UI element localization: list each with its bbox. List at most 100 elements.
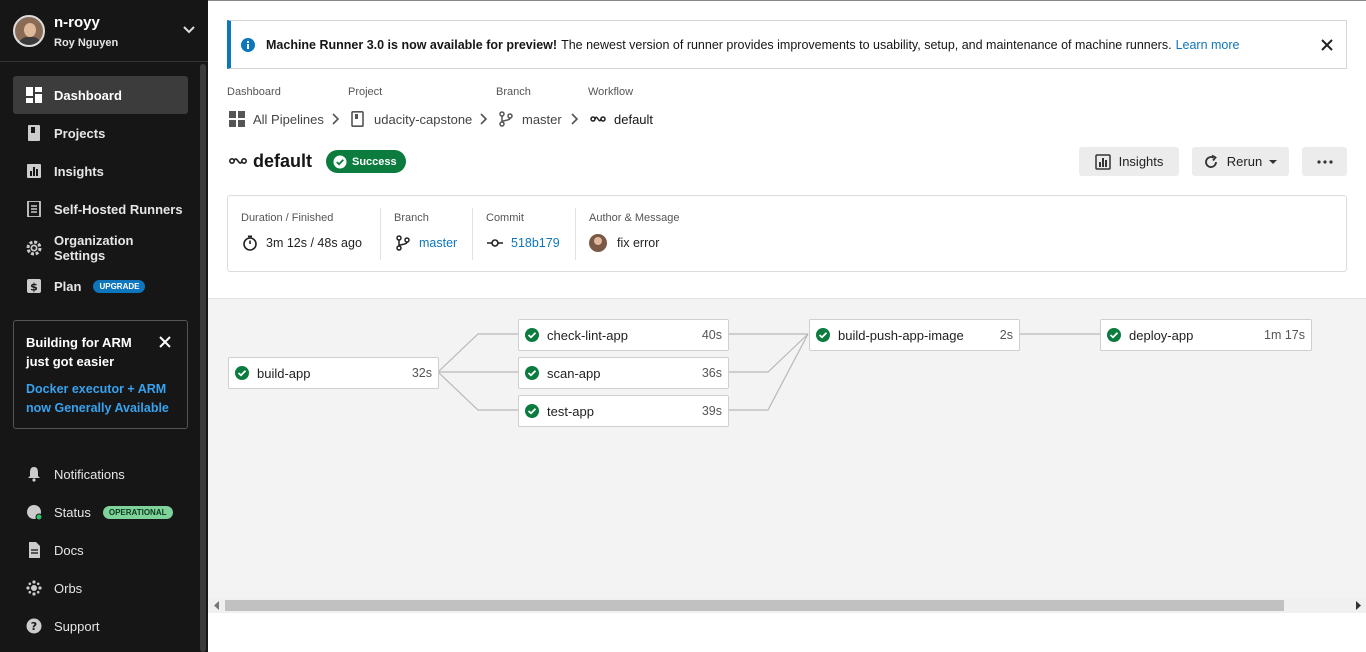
divider: [575, 208, 576, 260]
banner-text: The newest version of runner provides im…: [561, 37, 1172, 52]
breadcrumb-text: master: [522, 111, 562, 127]
sidebar-scrollbar[interactable]: [200, 64, 206, 652]
gear-icon: [26, 240, 42, 256]
workflow-icon: [590, 116, 606, 122]
dashboard-icon: [26, 87, 42, 103]
sidebar-item-insights[interactable]: Insights: [13, 152, 188, 190]
sidebar-item-label: Organization Settings: [54, 233, 134, 263]
check-circle-icon: [525, 366, 539, 380]
refresh-icon: [1204, 154, 1217, 168]
breadcrumb-project[interactable]: udacity-capstone: [350, 110, 472, 128]
sidebar: n-royy Roy Nguyen Dashboard Projects Ins…: [0, 0, 208, 652]
close-icon[interactable]: [1320, 38, 1334, 52]
chevron-right-icon: [571, 113, 579, 125]
bell-icon: [28, 467, 40, 482]
workflow-name: default: [253, 150, 313, 171]
sidebar-item-label: Status: [54, 504, 91, 520]
branch-link[interactable]: master: [395, 234, 457, 252]
scrollbar-thumb[interactable]: [225, 600, 1284, 611]
chevron-right-icon: [332, 113, 340, 125]
job-name: scan-app: [547, 365, 601, 381]
orbs-icon: [26, 580, 42, 596]
sidebar-item-dashboard[interactable]: Dashboard: [13, 76, 188, 114]
breadcrumb-text: default: [614, 111, 654, 127]
button-label: Insights: [1118, 154, 1164, 169]
learn-more-link[interactable]: Learn more: [1176, 38, 1240, 52]
duration-text: 3m 12s / 48s ago: [266, 236, 362, 250]
job-duration: 2s: [999, 328, 1013, 342]
sidebar-item-self-hosted-runners[interactable]: Self-Hosted Runners: [13, 190, 188, 228]
job-build-app[interactable]: build-app 32s: [228, 357, 439, 389]
breadcrumb-text: udacity-capstone: [374, 111, 473, 127]
project-icon: [351, 111, 364, 127]
chevron-right-icon: [480, 113, 488, 125]
sidebar-item-label: Support: [54, 618, 100, 634]
breadcrumb-workflow[interactable]: default: [590, 110, 653, 128]
rerun-button[interactable]: Rerun: [1192, 147, 1289, 176]
button-label: Rerun: [1226, 154, 1263, 169]
sidebar-item-orbs[interactable]: Orbs: [13, 569, 188, 607]
breadcrumb-label: Project: [348, 86, 383, 98]
more-options-button[interactable]: [1302, 147, 1347, 176]
commit-message: fix error: [617, 236, 660, 250]
check-circle-icon: [1107, 328, 1121, 342]
check-circle-icon: [235, 366, 249, 380]
avatar: [13, 15, 45, 47]
breadcrumb-branch[interactable]: master: [498, 110, 562, 128]
job-build-push-app-image[interactable]: build-push-app-image 2s: [809, 319, 1020, 351]
sidebar-item-notifications[interactable]: Notifications: [13, 455, 188, 493]
breadcrumb-all-pipelines[interactable]: All Pipelines: [229, 110, 324, 128]
scroll-right-icon[interactable]: [1354, 601, 1362, 610]
sidebar-item-label: Notifications: [54, 466, 125, 482]
divider: [472, 208, 473, 260]
sidebar-item-organization-settings[interactable]: Organization Settings: [13, 229, 188, 267]
scroll-left-icon[interactable]: [213, 601, 221, 610]
sidebar-item-projects[interactable]: Projects: [13, 114, 188, 152]
branch-icon: [499, 111, 513, 127]
workflow-icon: [229, 158, 247, 164]
more-icon: [1316, 159, 1333, 164]
commit-link[interactable]: 518b179: [487, 234, 560, 252]
promo-card: Building for ARM just got easier Docker …: [13, 320, 188, 429]
upgrade-badge[interactable]: UPGRADE: [93, 279, 146, 293]
horizontal-scrollbar[interactable]: [208, 598, 1366, 613]
sidebar-item-support[interactable]: ? Support: [13, 607, 188, 645]
sidebar-item-plan[interactable]: $ Plan UPGRADE: [13, 267, 188, 305]
author-label: Author & Message: [589, 212, 680, 224]
sidebar-item-status[interactable]: Status OPERATIONAL: [13, 493, 188, 531]
job-duration: 1m 17s: [1264, 328, 1305, 342]
page-title: default: [229, 150, 312, 172]
breadcrumb-label: Dashboard: [227, 86, 281, 98]
job-check-lint-app[interactable]: check-lint-app 40s: [518, 319, 729, 351]
username: n-royy: [54, 14, 100, 31]
branch-icon: [396, 235, 410, 251]
branch-text: master: [419, 236, 458, 250]
job-scan-app[interactable]: scan-app 36s: [518, 357, 729, 389]
sidebar-item-label: Docs: [54, 542, 84, 558]
promo-link[interactable]: Docker executor + ARM now Generally Avai…: [26, 380, 175, 418]
user-menu[interactable]: n-royy Roy Nguyen: [0, 0, 208, 62]
sidebar-item-label: Orbs: [54, 580, 83, 596]
sidebar-item-label: Self-Hosted Runners: [54, 201, 183, 217]
close-icon[interactable]: [158, 335, 172, 349]
announcement-banner: Machine Runner 3.0 is now available for …: [227, 20, 1347, 69]
docs-icon: [29, 542, 40, 558]
job-name: deploy-app: [1129, 327, 1194, 343]
projects-icon: [28, 125, 40, 141]
job-duration: 39s: [701, 404, 722, 418]
job-duration: 36s: [701, 366, 722, 380]
chevron-down-icon[interactable]: [182, 22, 196, 36]
status-icon: [27, 505, 42, 520]
job-test-app[interactable]: test-app 39s: [518, 395, 729, 427]
branch-label: Branch: [394, 212, 429, 224]
sidebar-item-label: Insights: [54, 163, 104, 179]
sidebar-item-docs[interactable]: Docs: [13, 531, 188, 569]
insights-icon: [1094, 153, 1111, 170]
promo-title: Building for ARM just got easier: [26, 335, 132, 369]
insights-button[interactable]: Insights: [1079, 147, 1179, 176]
workflow-graph: build-app 32s check-lint-app 40s scan-ap…: [208, 298, 1366, 598]
check-circle-icon: [525, 404, 539, 418]
job-deploy-app[interactable]: deploy-app 1m 17s: [1100, 319, 1312, 351]
commit-label: Commit: [486, 212, 524, 224]
breadcrumb-label: Branch: [496, 86, 531, 98]
